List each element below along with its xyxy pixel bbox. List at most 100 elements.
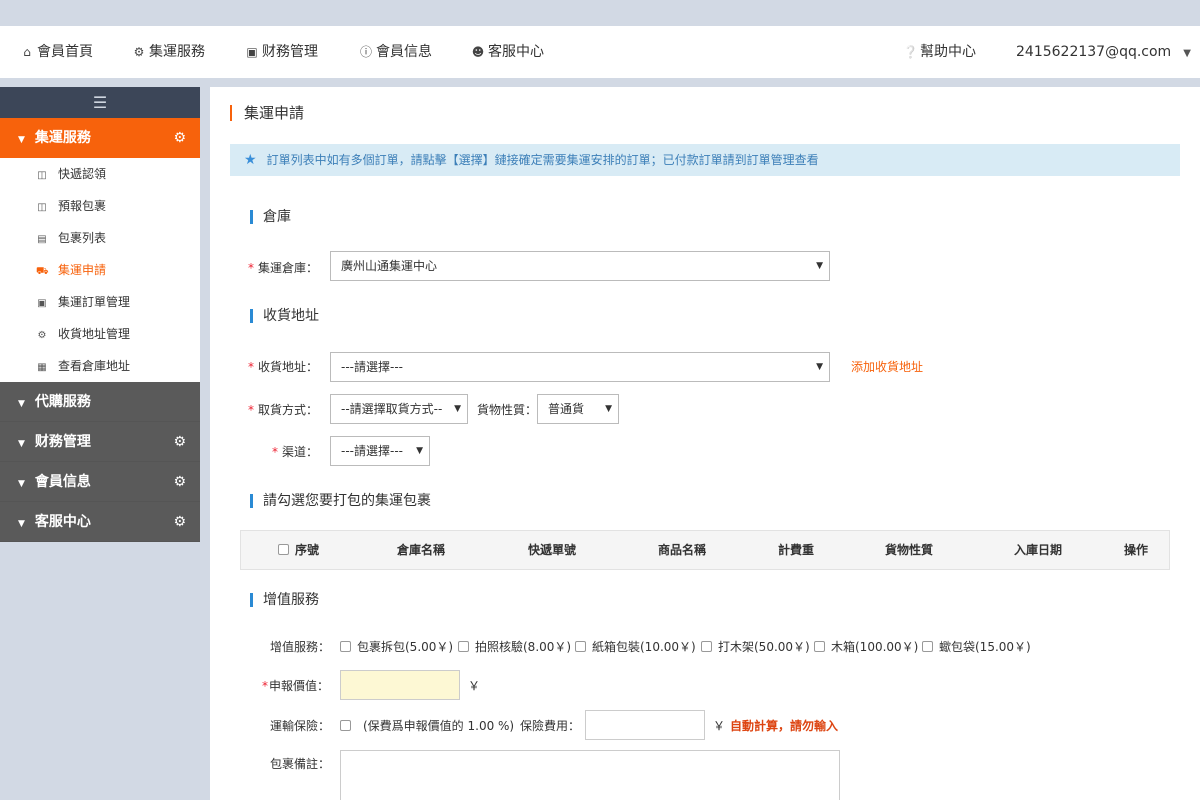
packages-table-header: 序號 倉庫名稱 快遞單號 商品名稱 計費重 貨物性質 入庫日期 操作 [240, 530, 1170, 570]
service-label: 拍照核驗(8.00￥) [475, 640, 572, 654]
sidebar-group-purchase[interactable]: ▼ 代購服務 [0, 382, 200, 422]
th-inbound-date: 入庫日期 [1014, 543, 1063, 557]
home-icon: ⌂ [23, 45, 31, 59]
sidebar-item-order-manage[interactable]: ▣ 集運訂單管理 [0, 286, 200, 318]
tray-icon: ◫ [37, 202, 47, 213]
warehouse-select[interactable]: 廣州山通集運中心 ▼ [330, 251, 830, 281]
th-warehouse: 倉庫名稱 [397, 543, 446, 557]
address-select[interactable]: ---請選擇--- ▼ [330, 352, 830, 382]
section-packages: 請勾選您要打包的集運包裹 [250, 494, 431, 508]
remark-textarea[interactable] [340, 750, 840, 800]
menu-icon: ☰ [92, 93, 108, 112]
insurance-label: 運輸保險： [270, 719, 331, 733]
main-panel: 集運申請 ★ 訂單列表中如有多個訂單，請點擊【選擇】鏈接確定需要集運安排的訂單；已… [210, 87, 1200, 800]
gear-icon: ⚙ [133, 45, 145, 59]
caret-down-icon: ▼ [1183, 48, 1191, 59]
dropdown-arrow-icon: ▼ [605, 404, 612, 414]
service-option-wood-frame[interactable]: 打木架(50.00￥) [701, 638, 810, 655]
service-checkbox[interactable] [814, 641, 825, 652]
service-option-wood-box[interactable]: 木箱(100.00￥) [814, 638, 918, 655]
service-checkbox[interactable] [458, 641, 469, 652]
service-option-photo[interactable]: 拍照核驗(8.00￥) [458, 638, 571, 655]
service-label: 打木架(50.00￥) [718, 640, 810, 654]
service-checkbox[interactable] [575, 641, 586, 652]
account-menu[interactable]: 2415622137@qq.com ▼ [1016, 26, 1191, 78]
add-address-link[interactable]: 添加收貨地址 [851, 358, 923, 375]
insurance-fee-input[interactable] [585, 710, 705, 740]
required-mark: * [272, 445, 278, 459]
nav-shipping-service[interactable]: ⚙ 集運服務 [132, 26, 205, 78]
insurance-option[interactable]: (保費爲申報價值的 1.00 %) [340, 717, 514, 734]
service-checkbox[interactable] [922, 641, 933, 652]
th-tracking-no: 快遞單號 [528, 543, 577, 557]
channel-select[interactable]: ---請選擇--- ▼ [330, 436, 430, 466]
sidebar-group-shipping[interactable]: ▼ 集運服務 ⚙ [0, 118, 200, 158]
goods-type-select[interactable]: 普通貨 ▼ [537, 394, 619, 424]
sidebar-item-label: 集運申請 [58, 263, 107, 277]
caret-down-icon: ▼ [18, 439, 25, 449]
nav-home[interactable]: ⌂ 會員首頁 [20, 26, 93, 78]
sidebar-item-forecast[interactable]: ◫ 預報包裹 [0, 190, 200, 222]
caret-down-icon: ▼ [18, 399, 25, 409]
sidebar-item-warehouse-address[interactable]: ▦ 查看倉庫地址 [0, 350, 200, 382]
insurance-checkbox[interactable] [340, 720, 351, 731]
money-icon: ▣ [246, 45, 258, 59]
nav-member-info[interactable]: ⓘ 會員信息 [359, 26, 432, 78]
sidebar-group-finance[interactable]: ▼ 财務管理 ⚙ [0, 422, 200, 462]
select-all-checkbox[interactable] [278, 544, 289, 555]
nav-customer-service[interactable]: ☻ 客服中心 [471, 26, 544, 78]
sidebar-item-address-manage[interactable]: ⚙ 收貨地址管理 [0, 318, 200, 350]
user-icon: ☻ [471, 45, 485, 59]
dropdown-arrow-icon: ▼ [816, 261, 823, 271]
th-product-name: 商品名稱 [658, 543, 707, 557]
service-label: 木箱(100.00￥) [831, 640, 919, 654]
warehouse-label: * 集運倉庫： [248, 259, 318, 276]
nav-help-center[interactable]: ❔ 幫助中心 [903, 26, 976, 78]
sidebar-item-label: 包裹列表 [58, 231, 107, 245]
sidebar-group-member[interactable]: ▼ 會員信息 ⚙ [0, 462, 200, 502]
sidebar-toggle[interactable]: ☰ [0, 87, 200, 118]
th-index-label: 序號 [295, 543, 320, 557]
page-title: 集運申請 [230, 105, 304, 121]
nav-finance[interactable]: ▣ 财務管理 [245, 26, 318, 78]
required-mark: * [248, 360, 254, 374]
required-mark: * [248, 261, 254, 275]
service-option-unpack[interactable]: 包裹拆包(5.00￥) [340, 638, 453, 655]
pickup-label: * 取貨方式： [248, 401, 318, 418]
section-warehouse: 倉庫 [250, 210, 291, 224]
sidebar-item-label: 收貨地址管理 [58, 327, 131, 341]
sidebar-group-label: 會員信息 [34, 474, 91, 490]
sidebar-item-label: 預報包裹 [58, 199, 107, 213]
required-mark: * [262, 679, 268, 693]
service-label: 蠍包袋(15.00￥) [939, 640, 1031, 654]
sidebar-submenu: ◫ 快遞認領 ◫ 預報包裹 ▤ 包裹列表 ⛟ 集運申請 ▣ 集運訂單管理 ⚙ 收貨地址管理 … [0, 158, 200, 382]
sidebar-item-claim[interactable]: ◫ 快遞認領 [0, 158, 200, 190]
sidebar-group-label: 集運服務 [34, 130, 91, 146]
gear-icon[interactable]: ⚙ [173, 118, 186, 158]
service-option-woven-bag[interactable]: 蠍包袋(15.00￥) [922, 638, 1031, 655]
sidebar-item-shipping-apply[interactable]: ⛟ 集運申請 [0, 254, 200, 286]
pickup-select[interactable]: --請選擇取貨方式-- ▼ [330, 394, 468, 424]
declared-value-input[interactable] [340, 670, 460, 700]
gear-icon[interactable]: ⚙ [173, 502, 186, 542]
address-label-text: 收貨地址： [258, 360, 319, 374]
service-checkbox[interactable] [340, 641, 351, 652]
sidebar-item-package-list[interactable]: ▤ 包裹列表 [0, 222, 200, 254]
section-value-added: 增值服務 [250, 593, 319, 607]
th-index: 序號 [278, 531, 319, 569]
service-option-carton[interactable]: 紙箱包裝(10.00￥) [575, 638, 696, 655]
gear-icon[interactable]: ⚙ [173, 462, 186, 502]
currency-symbol: ￥ [468, 679, 481, 693]
service-checkbox[interactable] [701, 641, 712, 652]
goods-type-select-value: 普通貨 [548, 402, 585, 416]
sidebar-group-label: 代購服務 [34, 394, 91, 410]
building-icon: ▦ [37, 362, 47, 373]
section-address: 收貨地址 [250, 309, 319, 323]
sidebar-item-label: 快遞認領 [58, 167, 107, 181]
sidebar-group-customer-service[interactable]: ▼ 客服中心 ⚙ [0, 502, 200, 542]
top-navbar: ⌂ 會員首頁 ⚙ 集運服務 ▣ 财務管理 ⓘ 會員信息 ☻ 客服中心 ❔ 幫助中心 2415… [0, 26, 1200, 78]
address-label: * 收貨地址： [248, 358, 318, 375]
question-icon: ❔ [903, 45, 918, 59]
caret-down-icon: ▼ [18, 519, 25, 529]
gear-icon[interactable]: ⚙ [173, 422, 186, 462]
